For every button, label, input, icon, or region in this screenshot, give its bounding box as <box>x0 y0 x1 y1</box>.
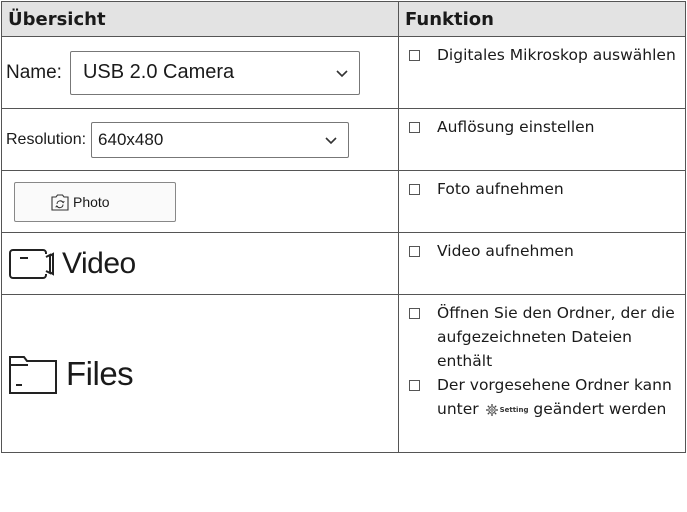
function-item: Auflösung einstellen <box>399 109 685 139</box>
video-camera-icon <box>9 248 54 279</box>
function-text: Video aufnehmen <box>437 242 574 260</box>
photo-button-label: Photo <box>73 193 110 210</box>
video-label: Video <box>62 246 136 280</box>
checkbox-icon <box>409 246 420 257</box>
function-text: Öffnen Sie den Ordner, der die aufgezeic… <box>437 304 675 370</box>
function-text: Auflösung einstellen <box>437 118 595 136</box>
files-label: Files <box>66 354 134 392</box>
overview-table: Übersicht Funktion Name: USB 2.0 Camera <box>1 1 686 453</box>
overview-page: Übersicht Funktion Name: USB 2.0 Camera <box>0 0 687 512</box>
function-cell: Digitales Mikroskop auswählen <box>398 36 686 109</box>
header-overview: Übersicht <box>1 1 399 37</box>
overview-cell: Resolution: 640x480 <box>1 108 399 171</box>
function-item: Foto aufnehmen <box>399 171 685 201</box>
resolution-label: Resolution: <box>6 130 87 148</box>
table-row: Video Video aufnehmen <box>1 232 686 295</box>
gear-icon <box>485 403 498 416</box>
checkbox-icon <box>409 184 420 195</box>
resolution-control: Resolution: 640x480 <box>2 121 398 158</box>
resolution-select[interactable]: 640x480 <box>91 121 350 158</box>
table-header-row: Übersicht Funktion <box>1 1 686 37</box>
camera-rotate-icon <box>51 193 69 211</box>
function-cell: Öffnen Sie den Ordner, der die aufgezeic… <box>398 294 686 453</box>
setting-reference: Setting <box>485 398 529 422</box>
camera-select[interactable]: USB 2.0 Camera <box>69 50 360 95</box>
chevron-down-icon <box>325 136 337 144</box>
function-item: Digitales Mikroskop auswählen <box>399 37 685 67</box>
function-cell: Foto aufnehmen <box>398 170 686 233</box>
function-item: Der vorgesehene Ordner kann unter Settin… <box>399 373 685 422</box>
files-button[interactable]: Files <box>2 353 398 395</box>
checkbox-icon <box>409 308 420 319</box>
photo-button[interactable]: Photo <box>14 181 176 222</box>
function-text: Foto aufnehmen <box>437 180 564 198</box>
checkbox-icon <box>409 122 420 133</box>
checkbox-icon <box>409 50 420 61</box>
overview-cell: Photo <box>1 170 399 233</box>
table-row: Files Öffnen Sie den Ordner, der die auf… <box>1 294 686 453</box>
function-text: Der vorgesehene Ordner kann unter Settin… <box>437 373 685 422</box>
setting-label: Setting <box>499 405 529 414</box>
function-text-post: geändert werden <box>533 400 667 418</box>
overview-cell: Files <box>1 294 399 453</box>
camera-select-value: USB 2.0 Camera <box>82 61 235 83</box>
video-button[interactable]: Video <box>2 247 398 281</box>
function-text: Digitales Mikroskop auswählen <box>437 46 676 64</box>
chevron-down-icon <box>336 69 348 77</box>
table-row: Resolution: 640x480 Auflösung einstellen <box>1 108 686 171</box>
table-row: Name: USB 2.0 Camera Digitales Mikroskop… <box>1 36 686 109</box>
function-cell: Auflösung einstellen <box>398 108 686 171</box>
folder-icon <box>9 355 57 394</box>
function-item: Öffnen Sie den Ordner, der die aufgezeic… <box>399 295 685 373</box>
table-row: Photo Foto aufnehmen <box>1 170 686 233</box>
checkbox-icon <box>409 380 420 391</box>
name-label: Name: <box>6 61 62 83</box>
function-cell: Video aufnehmen <box>398 232 686 295</box>
header-function: Funktion <box>398 1 686 37</box>
overview-cell: Name: USB 2.0 Camera <box>1 36 399 109</box>
name-control: Name: USB 2.0 Camera <box>2 50 398 95</box>
function-item: Video aufnehmen <box>399 233 685 263</box>
resolution-select-value: 640x480 <box>98 129 164 149</box>
overview-cell: Video <box>1 232 399 295</box>
